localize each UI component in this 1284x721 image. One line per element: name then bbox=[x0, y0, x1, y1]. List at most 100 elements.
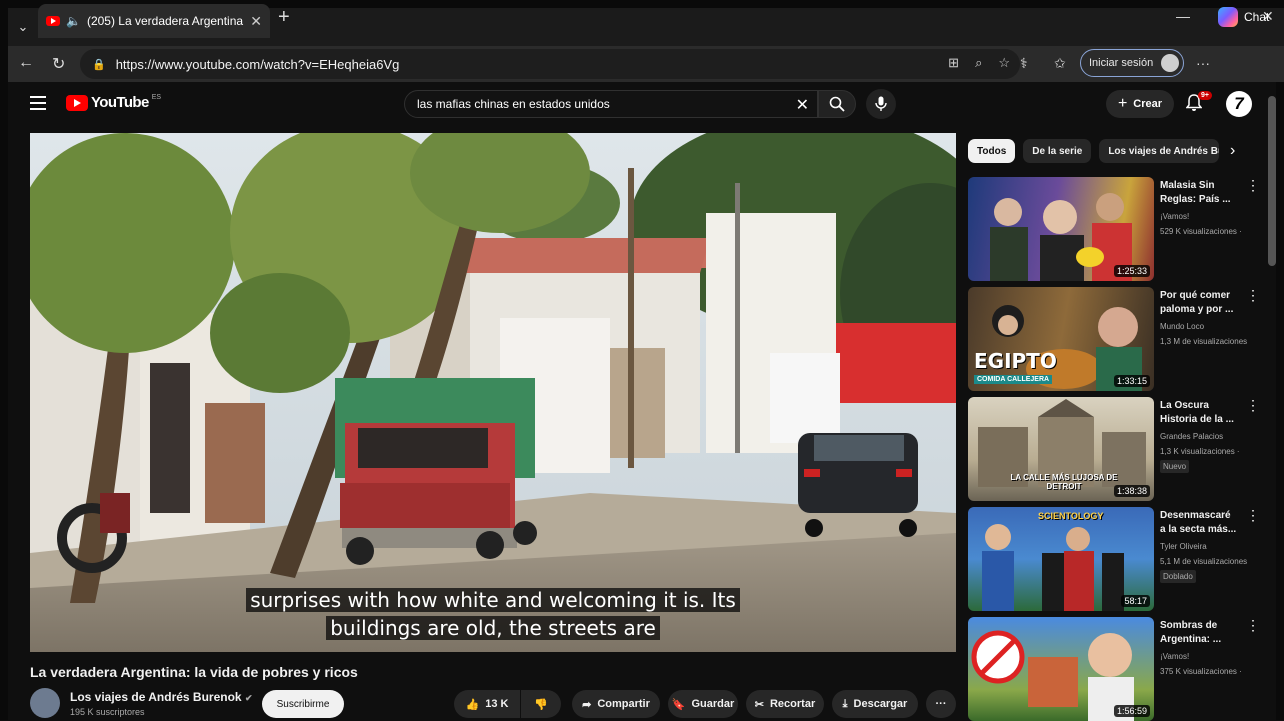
clip-label: Recortar bbox=[769, 698, 816, 710]
plus-icon: + bbox=[1117, 95, 1128, 112]
clear-search-icon[interactable]: ✕ bbox=[796, 95, 809, 115]
copilot-icon bbox=[1218, 7, 1238, 27]
rec-channel: Mundo Loco bbox=[1160, 322, 1205, 331]
copilot-button[interactable]: Chat bbox=[1218, 7, 1269, 27]
zoom-icon[interactable]: ⌕ bbox=[975, 55, 982, 71]
menu-icon[interactable] bbox=[30, 96, 46, 114]
speaker-icon[interactable]: 🔈 bbox=[66, 14, 81, 28]
subscriber-count: 195 K suscriptores bbox=[70, 707, 145, 717]
chip-channel[interactable]: Los viajes de Andrés Burenok bbox=[1099, 139, 1220, 163]
caption-line-1: surprises with how white and welcoming i… bbox=[30, 588, 956, 612]
rec-title: Sombras de Argentina: ... bbox=[1160, 620, 1222, 645]
youtube-favicon-icon bbox=[46, 16, 60, 26]
profile-avatar-icon bbox=[1161, 54, 1179, 72]
recommendation-item[interactable]: 1:56:59 Sombras de Argentina: ... ¡Vamos… bbox=[968, 617, 1260, 721]
save-button[interactable]: 🔖 Guardar bbox=[668, 690, 738, 718]
download-button[interactable]: ⤓ Descargar bbox=[832, 690, 918, 718]
dislike-button[interactable]: 👎 bbox=[521, 690, 561, 718]
active-tab[interactable]: 🔈 (205) La verdadera Argentina: la vida … bbox=[38, 4, 270, 38]
create-button[interactable]: + Crear bbox=[1106, 90, 1174, 118]
thumbnail[interactable]: EGIPTO COMIDA CALLEJERA 1:33:15 bbox=[968, 287, 1154, 391]
share-button[interactable]: ➦ Compartir bbox=[572, 690, 660, 718]
voice-search-button[interactable] bbox=[866, 89, 896, 119]
rec-views: 1,3 M de visualizaciones bbox=[1160, 337, 1248, 346]
thumbnail[interactable]: LA CALLE MÁS LUJOSA DE DETROIT 1:38:38 bbox=[968, 397, 1154, 501]
duration-badge: 1:33:15 bbox=[1113, 375, 1150, 387]
search-value: las mafias chinas en estados unidos bbox=[417, 97, 610, 111]
chip-from-series[interactable]: De la serie bbox=[1023, 139, 1092, 163]
more-vert-icon[interactable]: ⋮ bbox=[1246, 287, 1260, 304]
thumbnail[interactable]: 1:25:33 bbox=[968, 177, 1154, 281]
country-code: ES bbox=[151, 94, 162, 101]
thumbnail[interactable]: 1:56:59 bbox=[968, 617, 1154, 721]
clip-button[interactable]: ✂ Recortar bbox=[746, 690, 824, 718]
notification-count-badge: 9+ bbox=[1198, 91, 1212, 100]
youtube-page: YouTube ES las mafias chinas en estados … bbox=[8, 82, 1276, 721]
subscribe-button[interactable]: Suscribirme bbox=[262, 690, 344, 718]
recommendation-item[interactable]: SCIENTOLOGY 58:17 Desenmascaré a la sect… bbox=[968, 507, 1260, 611]
tab-close-icon[interactable]: ✕ bbox=[250, 13, 262, 30]
back-icon[interactable]: ← bbox=[18, 54, 34, 72]
recommendation-item[interactable]: EGIPTO COMIDA CALLEJERA 1:33:15 Por qué … bbox=[968, 287, 1260, 391]
scissors-icon: ✂ bbox=[754, 698, 764, 711]
thumbnail[interactable]: SCIENTOLOGY 58:17 bbox=[968, 507, 1154, 611]
download-label: Descargar bbox=[853, 698, 908, 710]
chip-all[interactable]: Todos bbox=[968, 139, 1016, 163]
more-vert-icon[interactable]: ⋮ bbox=[1246, 617, 1260, 634]
tab-list-chevron-icon[interactable]: ⌄ bbox=[8, 13, 38, 41]
rec-channel: Grandes Palacios bbox=[1160, 432, 1224, 441]
thumb-caption-detroit: LA CALLE MÁS LUJOSA DE DETROIT bbox=[1010, 473, 1118, 491]
rec-channel: Tyler Oliveira bbox=[1160, 542, 1207, 551]
save-label: Guardar bbox=[691, 698, 735, 710]
search-button[interactable] bbox=[818, 90, 856, 118]
channel-name-link[interactable]: Los viajes de Andrés Burenok ✔ bbox=[70, 690, 253, 704]
search-input[interactable]: las mafias chinas en estados unidos ✕ bbox=[404, 90, 818, 118]
share-label: Compartir bbox=[597, 698, 650, 710]
recommendation-item[interactable]: LA CALLE MÁS LUJOSA DE DETROIT 1:38:38 L… bbox=[968, 397, 1260, 501]
duration-badge: 1:56:59 bbox=[1113, 705, 1150, 717]
url-text: https://www.youtube.com/watch?v=EHeqheia… bbox=[115, 56, 400, 72]
video-frame bbox=[30, 133, 956, 652]
signin-button[interactable]: Iniciar sesión bbox=[1080, 49, 1184, 77]
account-avatar[interactable]: 7 bbox=[1226, 91, 1252, 117]
recommendation-item[interactable]: 1:25:33 Malasia Sin Reglas: País ... ¡Va… bbox=[968, 177, 1260, 281]
microphone-icon bbox=[875, 96, 887, 111]
more-vert-icon[interactable]: ⋮ bbox=[1246, 177, 1260, 194]
page-scrollbar[interactable] bbox=[1268, 96, 1276, 266]
browser-essentials-icon[interactable]: ⚕ bbox=[1020, 55, 1028, 72]
thumb-caption-scientology: SCIENTOLOGY bbox=[1038, 511, 1104, 521]
favorites-icon[interactable]: ✩ bbox=[1054, 55, 1066, 72]
address-bar[interactable]: 🔒 https://www.youtube.com/watch?v=EHeqhe… bbox=[80, 49, 1020, 79]
more-menu-icon[interactable]: ··· bbox=[1196, 55, 1210, 71]
video-player[interactable]: surprises with how white and welcoming i… bbox=[30, 133, 956, 652]
video-title: La verdadera Argentina: la vida de pobre… bbox=[30, 664, 358, 680]
channel-avatar[interactable] bbox=[30, 688, 60, 718]
favorite-star-icon[interactable]: ☆ bbox=[998, 55, 1010, 71]
like-button[interactable]: 👍 13 K bbox=[454, 690, 520, 718]
minimize-icon[interactable]: — bbox=[1176, 8, 1190, 24]
duration-badge: 1:25:33 bbox=[1113, 265, 1150, 277]
rec-views: 529 K visualizaciones · bbox=[1160, 227, 1242, 236]
rec-title: Desenmascaré a la secta más... bbox=[1160, 510, 1237, 535]
new-tab-button[interactable]: + bbox=[278, 6, 290, 29]
new-badge: Nuevo bbox=[1160, 460, 1190, 473]
more-vert-icon[interactable]: ⋮ bbox=[1246, 397, 1260, 414]
chevron-right-icon[interactable]: › bbox=[1230, 142, 1235, 160]
thumbs-down-icon: 👎 bbox=[534, 698, 548, 711]
youtube-logo[interactable]: YouTube ES bbox=[66, 94, 161, 111]
more-vert-icon[interactable]: ⋮ bbox=[1246, 507, 1260, 524]
reload-icon[interactable]: ↻ bbox=[52, 54, 65, 74]
tab-title: (205) La verdadera Argentina: la vida de… bbox=[86, 14, 245, 28]
verified-icon: ✔ bbox=[244, 693, 253, 703]
more-actions-icon[interactable]: ··· bbox=[926, 690, 956, 718]
youtube-logo-icon bbox=[66, 94, 88, 111]
app-available-icon[interactable]: ⊞ bbox=[948, 55, 959, 71]
download-icon: ⤓ bbox=[842, 697, 848, 710]
search-icon bbox=[829, 96, 845, 112]
rec-title: La Oscura Historia de la ... bbox=[1160, 400, 1234, 425]
rec-views: 5,1 M de visualizaciones bbox=[1160, 557, 1248, 566]
signin-label: Iniciar sesión bbox=[1089, 57, 1154, 69]
dubbed-badge: Doblado bbox=[1160, 570, 1196, 583]
related-filter-chips: Todos De la serie Los viajes de Andrés B… bbox=[968, 139, 1246, 163]
browser-window: ⌄ 🔈 (205) La verdadera Argentina: la vid… bbox=[0, 0, 1284, 721]
